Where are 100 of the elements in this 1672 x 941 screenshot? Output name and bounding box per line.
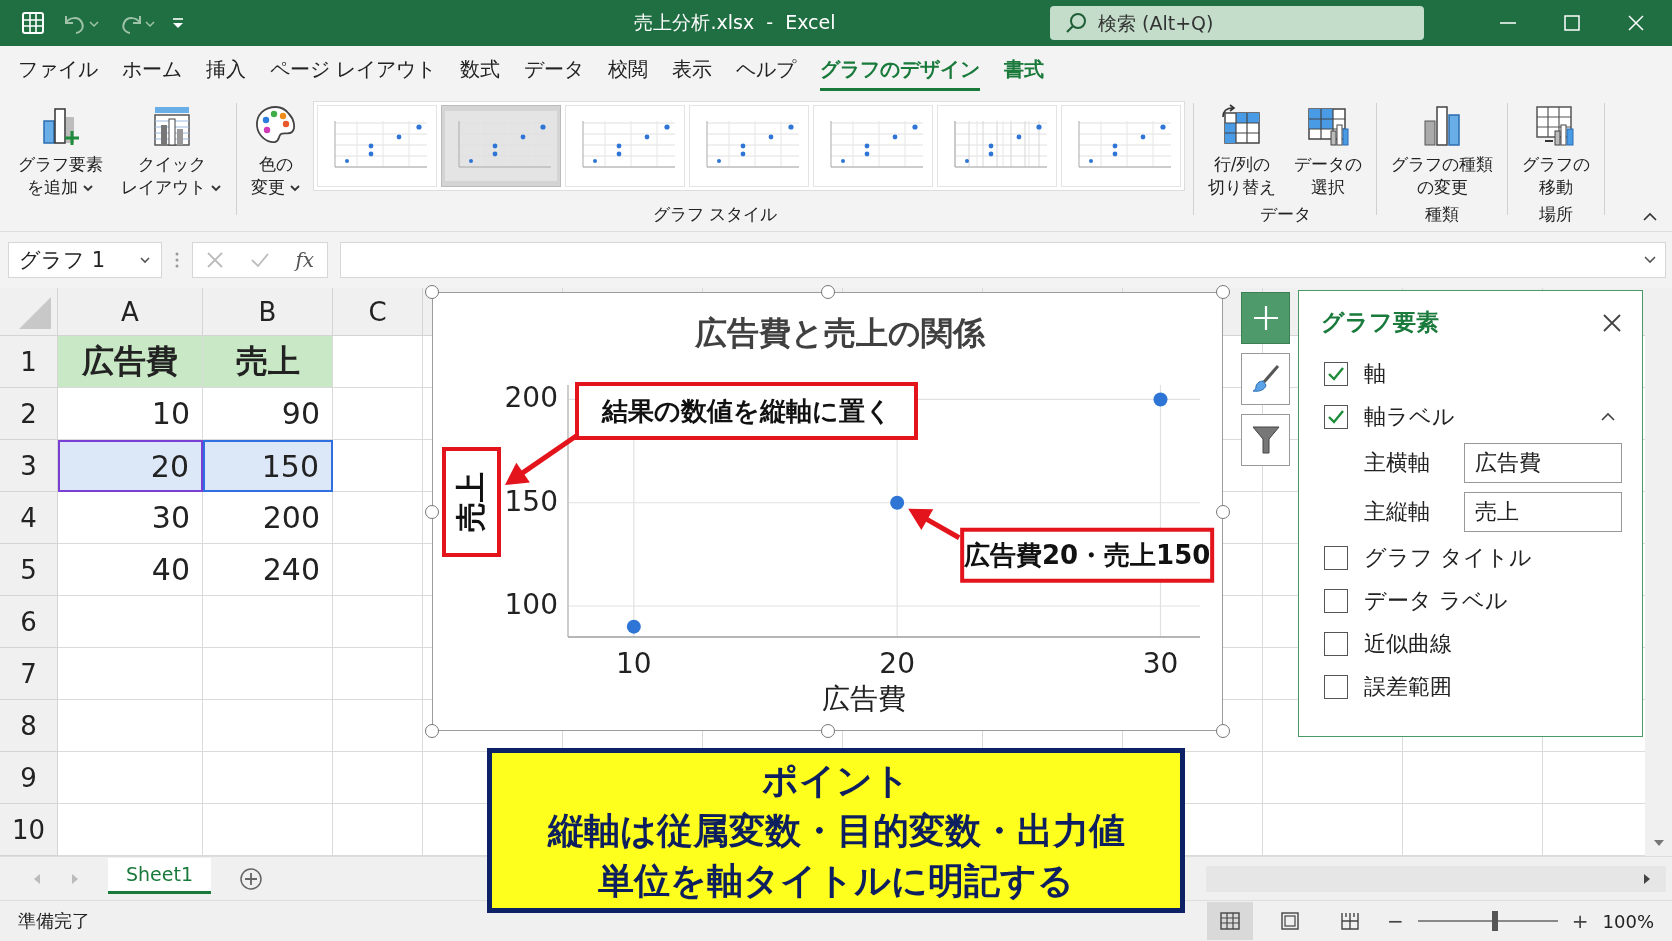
row-header[interactable]: 2 (0, 388, 58, 440)
name-box[interactable]: グラフ 1 (8, 242, 162, 278)
resize-handle[interactable] (1216, 724, 1230, 738)
table-cell: 売上 (203, 336, 333, 388)
table-cell: 20 (58, 440, 203, 492)
menu-tab[interactable]: グラフのデザイン (820, 50, 981, 91)
menu-tab[interactable]: ファイル (18, 50, 98, 91)
search-input[interactable]: 検索 (Alt+Q) (1098, 12, 1398, 34)
chart-tool-button[interactable] (1241, 414, 1290, 466)
ribbon-button[interactable]: グラフ要素 を追加 (12, 99, 109, 203)
ribbon-button[interactable]: グラフの 移動 (1516, 99, 1596, 203)
checkbox[interactable] (1324, 674, 1348, 699)
maximize-icon[interactable] (1562, 13, 1582, 33)
zoom-thumb[interactable] (1491, 911, 1498, 931)
table-cell: 広告費 (58, 336, 203, 388)
app-icon[interactable] (20, 10, 46, 36)
menu-tab[interactable]: 校閲 (608, 50, 649, 91)
row-header[interactable]: 7 (0, 648, 58, 700)
window-title: 売上分析.xlsx - Excel (633, 10, 837, 35)
checkbox[interactable] (1324, 545, 1348, 570)
checkbox-label[interactable]: 近似曲線 (1364, 628, 1452, 659)
vertical-scrollbar[interactable] (1645, 288, 1672, 856)
checkbox-label[interactable]: グラフ タイトル (1364, 542, 1532, 573)
group-label: 種類 (1425, 203, 1459, 226)
menu-tab[interactable]: データ (524, 50, 585, 91)
group-label: 場所 (1539, 203, 1573, 226)
scroll-right-icon[interactable] (1642, 871, 1652, 886)
checkbox-label[interactable]: 軸ラベル (1364, 401, 1455, 432)
row-header[interactable]: 4 (0, 492, 58, 544)
table-cell: 30 (58, 492, 203, 544)
menu-tab[interactable]: ホーム (122, 50, 182, 91)
horizontal-scrollbar[interactable] (1206, 865, 1666, 892)
table-cell: 200 (203, 492, 333, 544)
data-point (889, 495, 904, 510)
close-icon[interactable] (1626, 13, 1646, 33)
chart-area[interactable]: 広告費と売上の関係 100 150 200 10 20 30 売上 結果の数値を縦軸に置く 広告費20・売上150 広告費 (432, 292, 1223, 731)
checkbox-label[interactable]: データ ラベル (1364, 585, 1508, 616)
ribbon-button[interactable]: 行/列の 切り替え (1202, 99, 1282, 203)
data-point (626, 619, 641, 634)
ribbon-button[interactable]: クイック レイアウト (115, 99, 228, 203)
checkbox[interactable] (1324, 404, 1348, 429)
x-axis-title: 広告費 (821, 681, 906, 715)
note-line: 単位を軸タイトルに明記する (598, 858, 1074, 903)
text-field[interactable]: 売上 (1464, 491, 1622, 532)
zoom-level[interactable]: 100% (1602, 910, 1654, 932)
y-axis-title: 売上 (452, 471, 487, 532)
checkbox[interactable] (1324, 361, 1348, 386)
axis-tick-label: 200 (504, 380, 558, 414)
resize-handle[interactable] (425, 724, 439, 738)
zoom-out-button[interactable]: − (1387, 909, 1404, 933)
menu-tab[interactable]: 表示 (672, 50, 713, 91)
text-field[interactable]: 広告費 (1464, 442, 1622, 483)
row-header[interactable]: 6 (0, 596, 58, 648)
add-sheet-icon[interactable] (239, 866, 264, 891)
chart-tool-button[interactable] (1241, 292, 1290, 344)
row-header[interactable]: 1 (0, 336, 58, 388)
filter-icon (1250, 424, 1281, 456)
menu-tab[interactable]: ページ レイアウト (270, 50, 437, 91)
table-cell: 150 (203, 440, 333, 492)
search-icon (1064, 11, 1088, 35)
view-button[interactable] (1207, 902, 1253, 940)
close-icon[interactable] (1602, 312, 1622, 333)
callout: 結果の数値を縦軸に置く (574, 381, 918, 440)
table-cell: 40 (58, 544, 203, 596)
collapse-icon[interactable] (1600, 411, 1616, 422)
row-header[interactable]: 9 (0, 752, 58, 804)
checkbox[interactable] (1324, 631, 1348, 656)
search-field[interactable]: 検索 (Alt+Q) (1050, 6, 1424, 40)
checkbox-label[interactable]: 軸 (1364, 358, 1386, 389)
chart-tool-button[interactable] (1241, 353, 1290, 405)
menu-tab[interactable]: 書式 (1004, 50, 1045, 91)
axis-tick-label: 30 (1142, 646, 1178, 680)
checkbox-label[interactable]: 誤差範囲 (1364, 671, 1452, 702)
ribbon-button[interactable]: 色の 変更 (245, 99, 307, 203)
scroll-down-icon[interactable] (1651, 838, 1666, 848)
row-header[interactable]: 8 (0, 700, 58, 752)
menu-tab[interactable]: 挿入 (206, 50, 246, 91)
ribbon-button[interactable]: データの 選択 (1288, 99, 1368, 203)
checkbox[interactable] (1324, 588, 1348, 613)
row-header[interactable]: 10 (0, 804, 58, 856)
note-title: ポイント (762, 758, 910, 803)
menu-tab[interactable]: 数式 (460, 50, 501, 91)
menu-tab[interactable]: ヘルプ (736, 50, 797, 91)
sheet-tab[interactable]: Sheet1 (108, 857, 212, 894)
insert-function-button[interactable]: fx (295, 248, 315, 272)
field-label: 主横軸 (1364, 448, 1431, 477)
collapse-ribbon-icon[interactable] (1642, 211, 1658, 223)
row-header[interactable]: 5 (0, 544, 58, 596)
scatter-plot-icon (445, 111, 557, 181)
customize-caret-icon[interactable] (170, 15, 186, 31)
chart-title: 広告費と売上の関係 (694, 313, 984, 352)
row-header[interactable]: 3 (0, 440, 58, 492)
ribbon-button[interactable]: グラフの種類 の変更 (1385, 99, 1499, 203)
zoom-in-button[interactable]: + (1571, 909, 1589, 933)
status-text: 準備完了 (18, 909, 90, 933)
panel-title: グラフ要素 (1321, 308, 1439, 337)
chart-style-thumbnail[interactable] (441, 105, 561, 187)
expand-icon[interactable] (1643, 255, 1657, 265)
resize-handle[interactable] (425, 504, 439, 519)
formula-input[interactable] (340, 242, 1666, 278)
